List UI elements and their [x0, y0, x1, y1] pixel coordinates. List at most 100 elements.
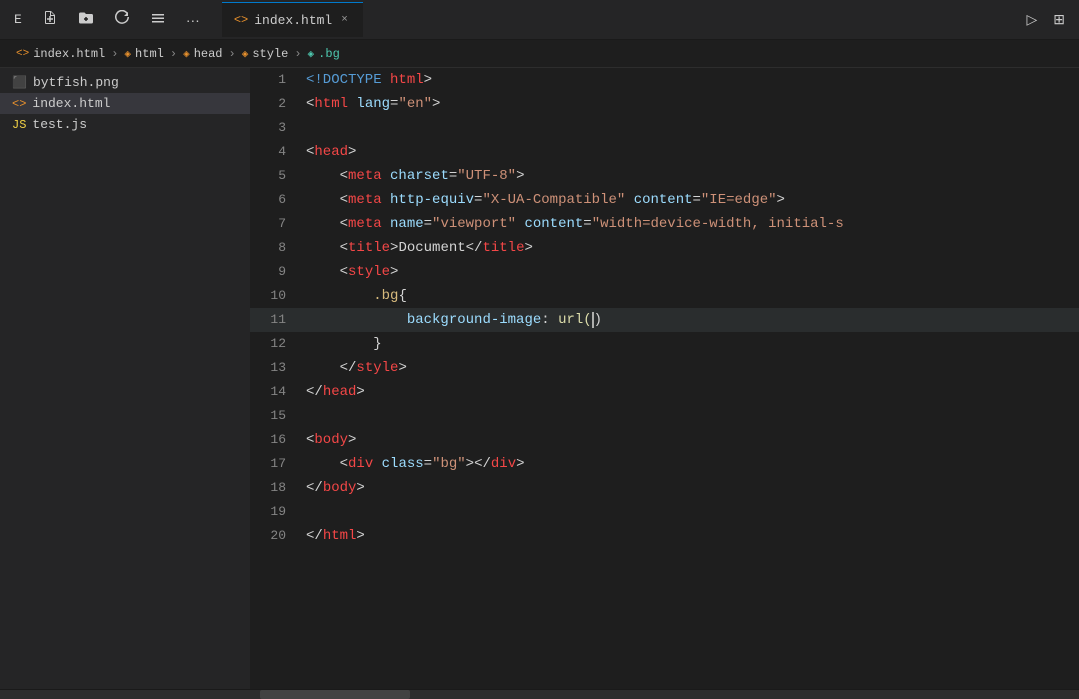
line-11: 11 background-image: url(): [250, 308, 1079, 332]
line-num-1: 1: [250, 68, 298, 92]
line-18: 18 </body>: [250, 476, 1079, 500]
line-num-9: 9: [250, 260, 298, 284]
editor-content: 1 <!DOCTYPE html> 2 <html lang="en"> 3 4…: [250, 68, 1079, 548]
line-num-18: 18: [250, 476, 298, 500]
line-code-5: <meta charset="UTF-8">: [298, 164, 524, 188]
line-num-6: 6: [250, 188, 298, 212]
line-code-17: <div class="bg"></div>: [298, 452, 525, 476]
line-code-11: background-image: url(): [298, 308, 602, 332]
breadcrumb-item-file[interactable]: <> index.html: [16, 47, 105, 61]
line-7: 7 <meta name="viewport" content="width=d…: [250, 212, 1079, 236]
line-19: 19: [250, 500, 1079, 524]
line-num-14: 14: [250, 380, 298, 404]
editor[interactable]: 1 <!DOCTYPE html> 2 <html lang="en"> 3 4…: [250, 68, 1079, 689]
breadcrumb-style-label: style: [252, 47, 288, 61]
breadcrumb-head-label: head: [194, 47, 223, 61]
line-code-8: <title>Document</title>: [298, 236, 533, 260]
collapse-button[interactable]: [144, 6, 172, 33]
breadcrumb-style-icon: ◈: [242, 47, 249, 61]
tab-index-html[interactable]: <> index.html ×: [222, 2, 363, 37]
line-5: 5 <meta charset="UTF-8">: [250, 164, 1079, 188]
sidebar-filename-testjs: test.js: [32, 117, 87, 132]
line-num-15: 15: [250, 404, 298, 428]
line-code-12: }: [298, 332, 382, 356]
line-num-2: 2: [250, 92, 298, 116]
breadcrumb-sep-2: ›: [170, 47, 177, 61]
titlebar-actions: ▷ ⊞: [1020, 7, 1071, 32]
sidebar-item-testjs[interactable]: JS test.js: [0, 114, 250, 135]
line-code-9: <style>: [298, 260, 398, 284]
line-num-4: 4: [250, 140, 298, 164]
line-num-16: 16: [250, 428, 298, 452]
breadcrumb-bg-icon: ◈: [308, 47, 315, 61]
line-code-6: <meta http-equiv="X-UA-Compatible" conte…: [298, 188, 785, 212]
line-num-17: 17: [250, 452, 298, 476]
line-6: 6 <meta http-equiv="X-UA-Compatible" con…: [250, 188, 1079, 212]
breadcrumb-filename: index.html: [33, 47, 105, 61]
titlebar: E ··· <> index.html ×: [0, 0, 1079, 40]
scrollbar-thumb[interactable]: [260, 690, 410, 699]
line-2: 2 <html lang="en">: [250, 92, 1079, 116]
line-num-7: 7: [250, 212, 298, 236]
breadcrumb-sep-4: ›: [294, 47, 301, 61]
line-num-11: 11: [250, 308, 298, 332]
line-code-14: </head>: [298, 380, 365, 404]
line-num-8: 8: [250, 236, 298, 260]
line-20: 20 </html>: [250, 524, 1079, 548]
line-10: 10 .bg{: [250, 284, 1079, 308]
line-code-19: [298, 500, 306, 524]
layout-button[interactable]: ⊞: [1047, 7, 1071, 32]
line-code-16: <body>: [298, 428, 356, 452]
horizontal-scrollbar[interactable]: [0, 689, 1079, 699]
line-num-10: 10: [250, 284, 298, 308]
main-area: ⬛ bytfish.png <> index.html JS test.js 1…: [0, 68, 1079, 689]
line-code-1: <!DOCTYPE html>: [298, 68, 432, 92]
breadcrumb-html-icon: ◈: [124, 47, 131, 61]
explorer-icon: E: [8, 8, 28, 31]
breadcrumb-item-head[interactable]: ◈ head: [183, 47, 222, 61]
breadcrumb-item-bg[interactable]: ◈ .bg: [308, 47, 340, 61]
breadcrumb: <> index.html › ◈ html › ◈ head › ◈ styl…: [0, 40, 1079, 68]
tab-close-button[interactable]: ×: [338, 13, 351, 27]
line-code-15: [298, 404, 306, 428]
line-14: 14 </head>: [250, 380, 1079, 404]
tab-area: <> index.html ×: [222, 2, 363, 37]
new-folder-button[interactable]: [72, 6, 100, 33]
line-num-13: 13: [250, 356, 298, 380]
line-9: 9 <style>: [250, 260, 1079, 284]
breadcrumb-item-style[interactable]: ◈ style: [242, 47, 289, 61]
breadcrumb-item-html[interactable]: ◈ html: [124, 47, 163, 61]
tab-file-icon: <>: [234, 13, 248, 27]
line-num-3: 3: [250, 116, 298, 140]
line-17: 17 <div class="bg"></div>: [250, 452, 1079, 476]
sidebar-item-bytfish[interactable]: ⬛ bytfish.png: [0, 72, 250, 93]
breadcrumb-head-icon: ◈: [183, 47, 190, 61]
line-code-7: <meta name="viewport" content="width=dev…: [298, 212, 844, 236]
more-actions-button[interactable]: ···: [180, 8, 206, 32]
line-13: 13 </style>: [250, 356, 1079, 380]
line-num-12: 12: [250, 332, 298, 356]
sidebar: ⬛ bytfish.png <> index.html JS test.js: [0, 68, 250, 689]
line-1: 1 <!DOCTYPE html>: [250, 68, 1079, 92]
line-num-5: 5: [250, 164, 298, 188]
sidebar-item-indexhtml[interactable]: <> index.html: [0, 93, 250, 114]
breadcrumb-sep-3: ›: [229, 47, 236, 61]
breadcrumb-html-label: html: [135, 47, 164, 61]
line-code-3: [298, 116, 306, 140]
line-code-13: </style>: [298, 356, 407, 380]
js-file-icon: JS: [12, 118, 26, 132]
line-code-20: </html>: [298, 524, 365, 548]
line-4: 4 <head>: [250, 140, 1079, 164]
run-button[interactable]: ▷: [1020, 7, 1043, 32]
line-12: 12 }: [250, 332, 1079, 356]
breadcrumb-file-icon: <>: [16, 48, 29, 60]
tab-filename: index.html: [254, 13, 332, 28]
line-16: 16 <body>: [250, 428, 1079, 452]
line-15: 15: [250, 404, 1079, 428]
line-code-2: <html lang="en">: [298, 92, 440, 116]
new-file-button[interactable]: [36, 6, 64, 33]
line-code-18: </body>: [298, 476, 365, 500]
png-file-icon: ⬛: [12, 75, 27, 90]
refresh-button[interactable]: [108, 6, 136, 33]
line-num-19: 19: [250, 500, 298, 524]
